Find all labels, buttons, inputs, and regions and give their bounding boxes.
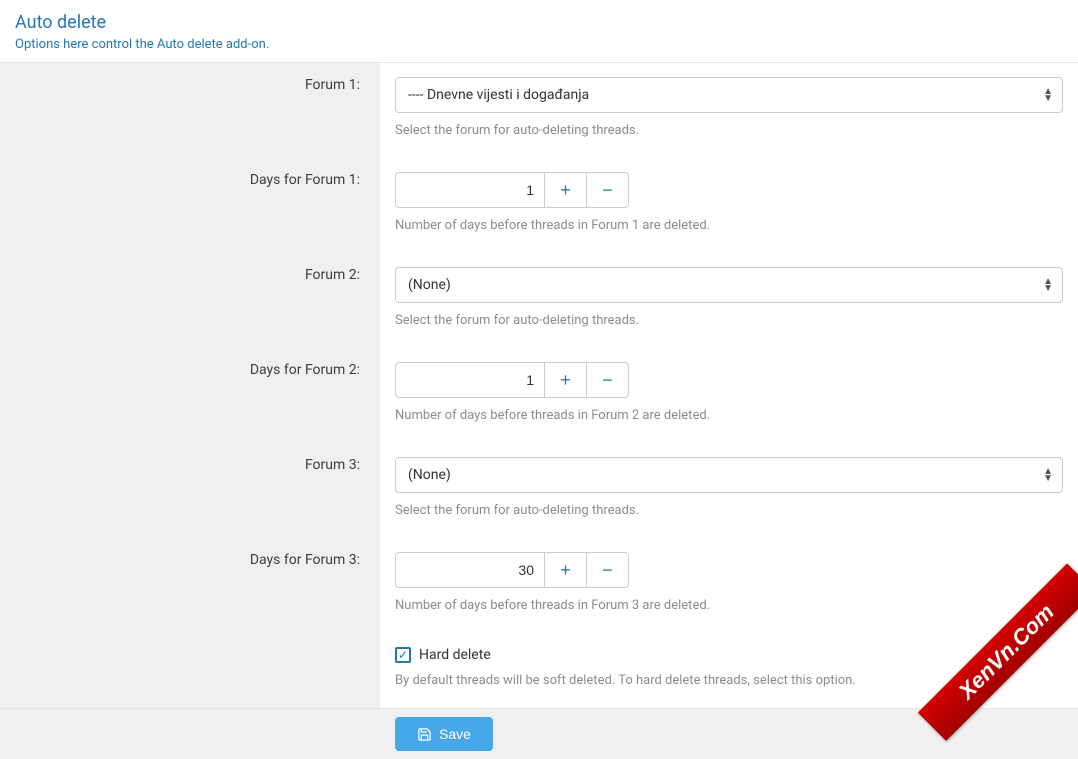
select-forum-3-value[interactable]: (None) xyxy=(395,457,1063,493)
plus-button[interactable]: + xyxy=(545,552,587,588)
save-button[interactable]: Save xyxy=(395,717,493,751)
row-days-1: Days for Forum 1: + − Number of days bef… xyxy=(0,158,1078,253)
page-title: Auto delete xyxy=(15,12,1063,33)
page-description: Options here control the Auto delete add… xyxy=(15,37,1063,52)
minus-button[interactable]: − xyxy=(587,362,629,398)
minus-button[interactable]: − xyxy=(587,172,629,208)
row-forum-1: Forum 1: ---- Dnevne vijesti i događanja… xyxy=(0,63,1078,158)
select-forum-2[interactable]: (None) ▲▼ xyxy=(395,267,1063,303)
input-days-1[interactable] xyxy=(395,172,545,208)
stepper-days-1: + − xyxy=(395,172,629,208)
plus-button[interactable]: + xyxy=(545,172,587,208)
select-forum-1-value[interactable]: ---- Dnevne vijesti i događanja xyxy=(395,77,1063,113)
select-forum-2-value[interactable]: (None) xyxy=(395,267,1063,303)
checkbox-hard-delete-row: ✓ Hard delete xyxy=(395,647,1063,663)
save-icon xyxy=(417,727,432,742)
plus-icon: + xyxy=(560,560,571,581)
help-days-2: Number of days before threads in Forum 2… xyxy=(395,408,1063,423)
row-forum-2: Forum 2: (None) ▲▼ Select the forum for … xyxy=(0,253,1078,348)
input-days-2[interactable] xyxy=(395,362,545,398)
help-forum-3: Select the forum for auto-deleting threa… xyxy=(395,503,1063,518)
minus-icon: − xyxy=(602,370,613,391)
stepper-days-3: + − xyxy=(395,552,629,588)
form-container: Forum 1: ---- Dnevne vijesti i događanja… xyxy=(0,63,1078,708)
row-hard-delete: ✓ Hard delete By default threads will be… xyxy=(0,633,1078,708)
label-days-1: Days for Forum 1: xyxy=(250,172,360,188)
page-header: Auto delete Options here control the Aut… xyxy=(0,0,1078,63)
select-forum-1[interactable]: ---- Dnevne vijesti i događanja ▲▼ xyxy=(395,77,1063,113)
select-forum-3[interactable]: (None) ▲▼ xyxy=(395,457,1063,493)
minus-icon: − xyxy=(602,180,613,201)
row-forum-3: Forum 3: (None) ▲▼ Select the forum for … xyxy=(0,443,1078,538)
check-icon: ✓ xyxy=(398,648,408,662)
row-days-2: Days for Forum 2: + − Number of days bef… xyxy=(0,348,1078,443)
input-days-3[interactable] xyxy=(395,552,545,588)
label-forum-2: Forum 2: xyxy=(305,267,360,283)
plus-icon: + xyxy=(560,180,571,201)
save-button-label: Save xyxy=(439,726,471,742)
stepper-days-2: + − xyxy=(395,362,629,398)
help-forum-2: Select the forum for auto-deleting threa… xyxy=(395,313,1063,328)
help-days-3: Number of days before threads in Forum 3… xyxy=(395,598,1063,613)
minus-icon: − xyxy=(602,560,613,581)
help-forum-1: Select the forum for auto-deleting threa… xyxy=(395,123,1063,138)
label-days-2: Days for Forum 2: xyxy=(250,362,360,378)
checkbox-hard-delete[interactable]: ✓ xyxy=(395,647,411,663)
checkbox-hard-delete-label[interactable]: Hard delete xyxy=(419,647,491,663)
minus-button[interactable]: − xyxy=(587,552,629,588)
row-days-3: Days for Forum 3: + − Number of days bef… xyxy=(0,538,1078,633)
plus-button[interactable]: + xyxy=(545,362,587,398)
footer: Save xyxy=(0,708,1078,759)
label-forum-3: Forum 3: xyxy=(305,457,360,473)
help-days-1: Number of days before threads in Forum 1… xyxy=(395,218,1063,233)
label-days-3: Days for Forum 3: xyxy=(250,552,360,568)
label-forum-1: Forum 1: xyxy=(305,77,360,93)
plus-icon: + xyxy=(560,370,571,391)
